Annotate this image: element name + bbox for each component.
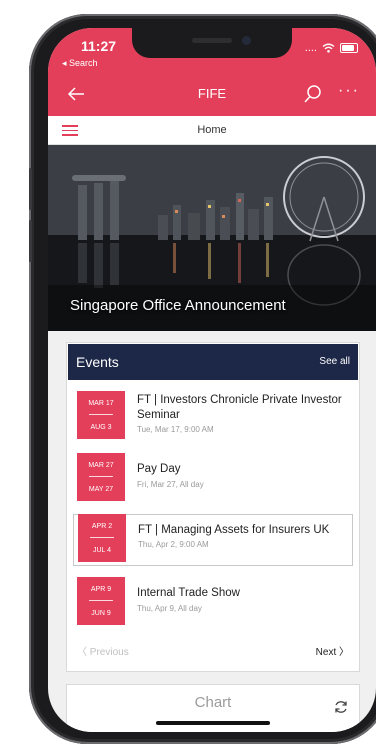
see-all-link[interactable]: See all (319, 356, 350, 367)
notch (132, 28, 292, 58)
next-label: Next (315, 647, 337, 658)
status-time: 11:27 (81, 38, 117, 54)
pagination: 〈 Previous Next 〉 (77, 639, 349, 659)
speaker (192, 38, 232, 43)
event-end-date: JUL 4 (92, 547, 112, 554)
event-title: FT | Investors Chronicle Private Investo… (137, 394, 342, 421)
event-end-date: AUG 3 (90, 424, 112, 431)
chart-title: Chart (194, 694, 232, 711)
event-end-date: JUN 9 (91, 610, 111, 617)
home-indicator (156, 721, 270, 725)
events-widget: Events See all MAR 17 AUG 3 FT | Investo… (66, 342, 360, 672)
event-subtitle: Thu, Apr 9, All day (137, 604, 202, 613)
event-item[interactable]: APR 2 JUL 4 FT | Managing Assets for Ins… (73, 514, 353, 566)
event-item[interactable]: APR 9 JUN 9 Internal Trade Show Thu, Apr… (77, 577, 349, 627)
event-subtitle: Tue, Mar 17, 9:00 AM (137, 425, 214, 434)
signal-icon: .... (304, 42, 317, 54)
nav-bar: FIFE ··· (48, 72, 376, 116)
event-start-date: MAR 27 (88, 462, 114, 469)
event-date-badge: MAR 17 AUG 3 (77, 391, 125, 439)
event-subtitle: Thu, Apr 2, 9:00 AM (138, 540, 209, 549)
chevron-left-icon: 〈 (77, 647, 87, 658)
event-date-badge: APR 2 JUL 4 (78, 514, 126, 562)
app-title: FIFE (197, 86, 227, 101)
events-header: Events See all (68, 344, 358, 380)
next-button[interactable]: Next 〉 (316, 643, 349, 658)
status-icons: .... (305, 42, 358, 54)
wifi-icon (322, 43, 335, 53)
camera (242, 36, 251, 45)
status-bar: 11:27 ◂ Search .... (48, 28, 376, 72)
hero-banner[interactable]: Singapore Office Announcement (48, 145, 376, 331)
back-to-search-link[interactable]: ◂ Search (62, 58, 98, 69)
date-divider (89, 600, 113, 601)
event-subtitle: Fri, Mar 27, All day (137, 480, 204, 489)
app-screen: 11:27 ◂ Search .... FIFE ··· Home Singap… (48, 28, 376, 732)
refresh-icon[interactable] (333, 699, 349, 715)
event-title: Internal Trade Show (137, 587, 240, 599)
date-divider (89, 476, 113, 477)
search-icon[interactable] (302, 83, 324, 105)
battery-icon (340, 43, 358, 53)
event-date-badge: APR 9 JUN 9 (77, 577, 125, 625)
event-start-date: APR 2 (91, 523, 113, 530)
date-divider (90, 537, 114, 538)
previous-label: Previous (89, 647, 129, 658)
date-divider (89, 414, 113, 415)
page-title: Home (197, 124, 227, 136)
event-title: Pay Day (137, 463, 181, 475)
side-button (29, 220, 32, 262)
previous-button[interactable]: 〈 Previous (77, 643, 129, 658)
side-button (29, 168, 32, 210)
home-subnav: Home (48, 116, 376, 145)
event-date-badge: MAR 27 MAY 27 (77, 453, 125, 501)
events-title: Events (76, 354, 119, 370)
event-item[interactable]: MAR 17 AUG 3 FT | Investors Chronicle Pr… (77, 391, 349, 441)
event-item[interactable]: MAR 27 MAY 27 Pay Day Fri, Mar 27, All d… (77, 453, 349, 503)
more-icon[interactable]: ··· (338, 82, 360, 100)
hero-title: Singapore Office Announcement (70, 297, 286, 314)
event-start-date: APR 9 (90, 586, 112, 593)
event-title: FT | Managing Assets for Insurers UK (138, 524, 330, 536)
event-start-date: MAR 17 (88, 400, 114, 407)
chevron-right-icon: 〉 (339, 647, 349, 658)
event-end-date: MAY 27 (88, 486, 114, 493)
